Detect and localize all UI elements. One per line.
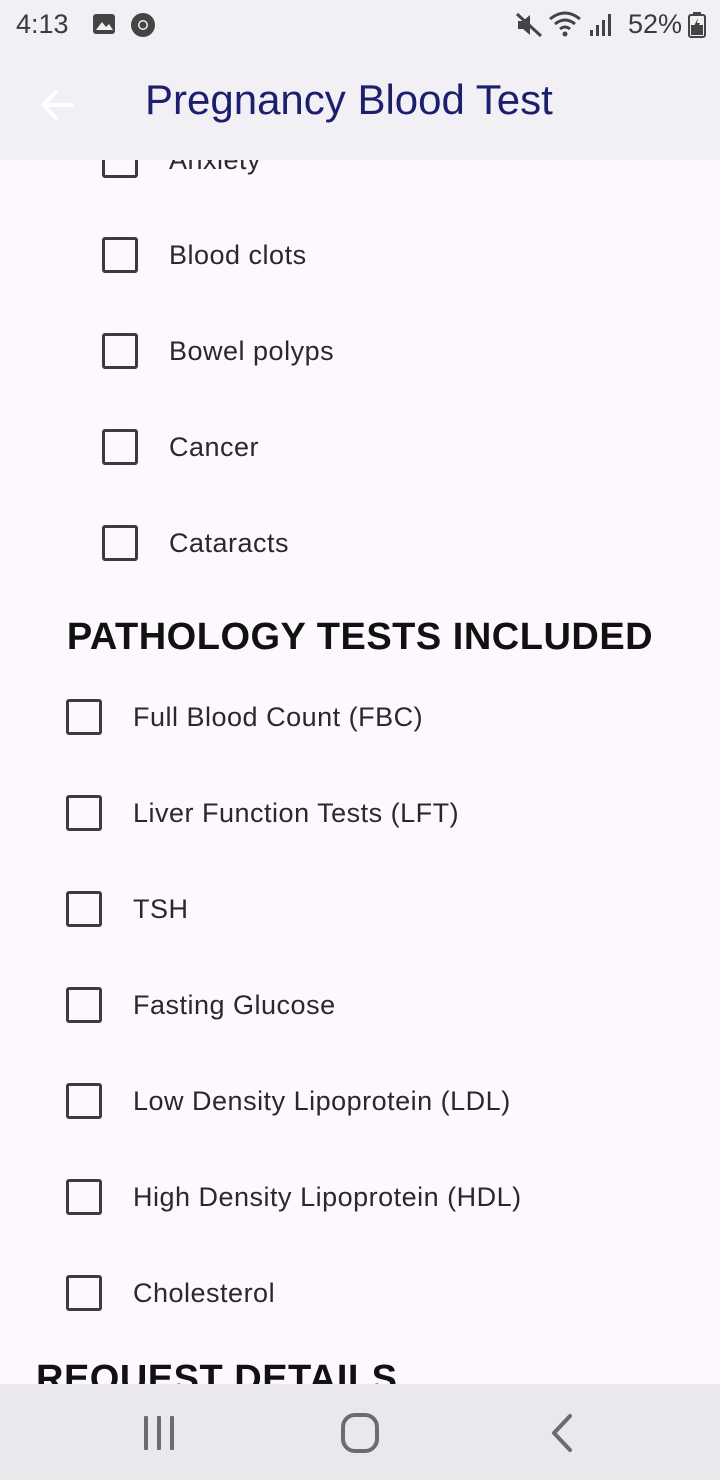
wifi-icon <box>548 10 582 43</box>
checkbox[interactable] <box>102 429 138 465</box>
checkbox-label: Bowel polyps <box>169 335 335 366</box>
recent-apps-icon <box>144 1416 174 1450</box>
checkbox-row-tsh[interactable]: TSH <box>66 879 189 939</box>
checkbox[interactable] <box>102 237 138 273</box>
battery-icon <box>688 12 706 43</box>
recent-apps-button[interactable] <box>129 1412 189 1456</box>
checkbox[interactable] <box>102 160 138 178</box>
checkbox[interactable] <box>102 525 138 561</box>
checkbox-label: Blood clots <box>169 239 307 270</box>
section-heading-pathology: PATHOLOGY TESTS INCLUDED <box>66 616 654 658</box>
battery-percentage: 52% <box>627 9 682 39</box>
checkbox-row-cholesterol[interactable]: Cholesterol <box>66 1263 275 1323</box>
gallery-icon <box>92 13 116 40</box>
status-bar: 4:13 52% <box>0 0 720 50</box>
checkbox-row-fbc[interactable]: Full Blood Count (FBC) <box>66 687 423 747</box>
checkbox[interactable] <box>66 795 102 831</box>
home-button[interactable] <box>330 1412 390 1456</box>
checkbox-label: Liver Function Tests (LFT) <box>133 797 460 828</box>
arrow-left-icon <box>41 90 74 120</box>
checkbox[interactable] <box>66 891 102 927</box>
chrome-icon <box>130 12 156 43</box>
checkbox-label: TSH <box>133 893 189 924</box>
checkbox[interactable] <box>66 699 102 735</box>
section-heading-request-details: REQUEST DETAILS <box>36 1358 398 1384</box>
checkbox-label: Cancer <box>169 431 260 462</box>
checkbox[interactable] <box>66 987 102 1023</box>
checkbox-row-anxiety[interactable]: Anxiety <box>102 160 261 190</box>
system-nav-bar <box>0 1384 720 1480</box>
checkbox[interactable] <box>66 1275 102 1311</box>
checkbox[interactable] <box>66 1083 102 1119</box>
status-time: 4:13 <box>16 9 69 39</box>
checkbox-row-cancer[interactable]: Cancer <box>102 417 259 477</box>
back-nav-icon <box>552 1414 572 1452</box>
mute-icon <box>515 12 543 43</box>
checkbox-label: Cataracts <box>169 527 290 558</box>
checkbox-row-hdl[interactable]: High Density Lipoprotein (HDL) <box>66 1167 522 1227</box>
checkbox[interactable] <box>66 1179 102 1215</box>
page-title: Pregnancy Blood Test <box>145 76 553 123</box>
checkbox-label: Anxiety <box>169 160 261 176</box>
checkbox-label: Cholesterol <box>133 1277 276 1308</box>
checkbox-label: Low Density Lipoprotein (LDL) <box>133 1085 511 1116</box>
system-back-button[interactable] <box>532 1412 592 1456</box>
home-icon <box>341 1413 379 1453</box>
checkbox-row-cataracts[interactable]: Cataracts <box>102 513 289 573</box>
checkbox-row-blood-clots[interactable]: Blood clots <box>102 225 307 285</box>
checkbox-row-ldl[interactable]: Low Density Lipoprotein (LDL) <box>66 1071 511 1131</box>
checkbox-label: Full Blood Count (FBC) <box>133 701 424 732</box>
checkbox[interactable] <box>102 333 138 369</box>
scroll-content[interactable]: Anxiety Blood clots Bowel polyps Cancer … <box>0 160 720 1384</box>
checkbox-row-lft[interactable]: Liver Function Tests (LFT) <box>66 783 459 843</box>
checkbox-row-fasting-glucose[interactable]: Fasting Glucose <box>66 975 336 1035</box>
back-button[interactable] <box>30 78 84 132</box>
app-bar: Pregnancy Blood Test <box>0 50 720 160</box>
checkbox-label: Fasting Glucose <box>133 989 336 1020</box>
checkbox-label: High Density Lipoprotein (HDL) <box>133 1181 522 1212</box>
checkbox-row-bowel-polyps[interactable]: Bowel polyps <box>102 321 334 381</box>
signal-icon <box>588 12 614 43</box>
